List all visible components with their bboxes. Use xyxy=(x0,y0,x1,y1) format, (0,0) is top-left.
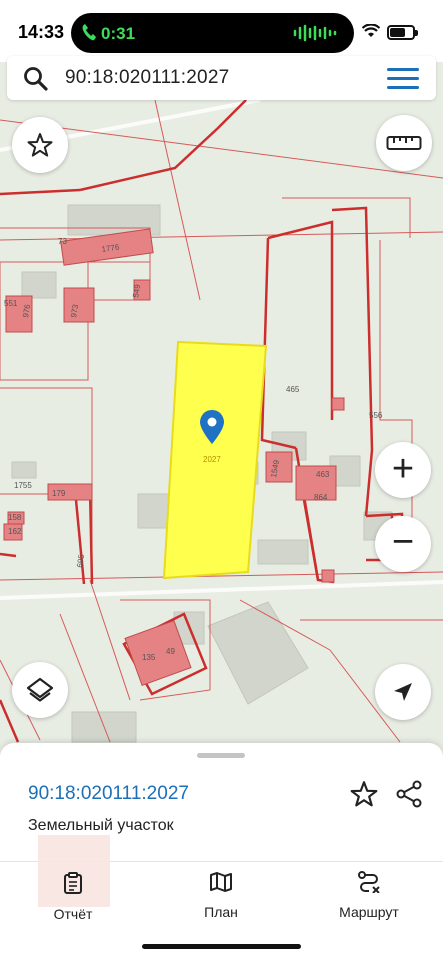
map-icon xyxy=(210,872,232,892)
star-icon xyxy=(27,133,53,157)
app-screen: 73 1776 551 976 973 549 465 556 2027 175… xyxy=(0,0,443,960)
parcel-number: 90:18:020111:2027 xyxy=(28,783,189,804)
route-icon xyxy=(358,871,380,894)
star-icon[interactable] xyxy=(349,779,379,809)
svg-text:864: 864 xyxy=(314,493,328,502)
svg-text:179: 179 xyxy=(52,489,66,498)
layers-icon xyxy=(26,677,54,702)
dynamic-island[interactable]: 0:31 xyxy=(71,13,354,53)
parcel-type: Земельный участок xyxy=(28,817,174,834)
sheet-grab-handle[interactable] xyxy=(197,753,245,758)
wifi-icon xyxy=(362,24,380,37)
favorite-button[interactable] xyxy=(12,117,68,173)
minus-icon: − xyxy=(391,521,415,563)
svg-text:2027: 2027 xyxy=(203,455,221,464)
parcel-info-sheet[interactable]: 90:18:020111:2027 Земельный участок Отчё… xyxy=(0,743,443,960)
share-icon[interactable] xyxy=(394,779,424,809)
svg-text:1755: 1755 xyxy=(14,481,32,490)
tab-route[interactable]: Маршрут xyxy=(314,871,424,920)
tab-report-label: Отчёт xyxy=(53,906,93,922)
plus-icon: + xyxy=(391,447,415,490)
battery-icon xyxy=(387,25,418,40)
tab-route-label: Маршрут xyxy=(339,904,399,920)
tab-plan-label: План xyxy=(204,904,238,920)
svg-text:465: 465 xyxy=(286,385,300,394)
navigation-arrow-icon xyxy=(394,683,412,701)
phone-icon xyxy=(82,24,96,41)
search-bar[interactable]: 90:18:020111:2027 xyxy=(7,56,436,100)
home-indicator[interactable] xyxy=(142,944,301,949)
svg-text:158: 158 xyxy=(8,513,22,522)
ruler-icon xyxy=(386,136,422,150)
svg-text:162: 162 xyxy=(8,527,22,536)
status-time: 14:33 xyxy=(18,22,65,42)
call-timer: 0:31 xyxy=(101,24,136,43)
svg-text:556: 556 xyxy=(369,411,383,420)
battery-fill xyxy=(390,28,405,37)
svg-text:49: 49 xyxy=(166,647,175,656)
svg-text:135: 135 xyxy=(142,653,156,662)
layers-button[interactable] xyxy=(12,662,68,718)
svg-text:73: 73 xyxy=(58,237,67,246)
status-bar: 14:33 0:31 xyxy=(0,0,443,62)
tab-report[interactable]: Отчёт xyxy=(18,871,128,922)
tab-plan[interactable]: План xyxy=(166,871,276,920)
svg-text:463: 463 xyxy=(316,470,330,479)
search-icon[interactable] xyxy=(23,66,49,92)
zoom-out-button[interactable]: − xyxy=(375,516,431,572)
clipboard-icon xyxy=(64,872,82,894)
zoom-in-button[interactable]: + xyxy=(375,442,431,498)
audio-wave-icon xyxy=(293,24,337,42)
search-input[interactable]: 90:18:020111:2027 xyxy=(65,67,229,89)
svg-text:551: 551 xyxy=(4,299,18,308)
locate-button[interactable] xyxy=(375,664,431,720)
ruler-button[interactable] xyxy=(376,115,432,171)
hamburger-menu-icon[interactable] xyxy=(387,68,419,90)
